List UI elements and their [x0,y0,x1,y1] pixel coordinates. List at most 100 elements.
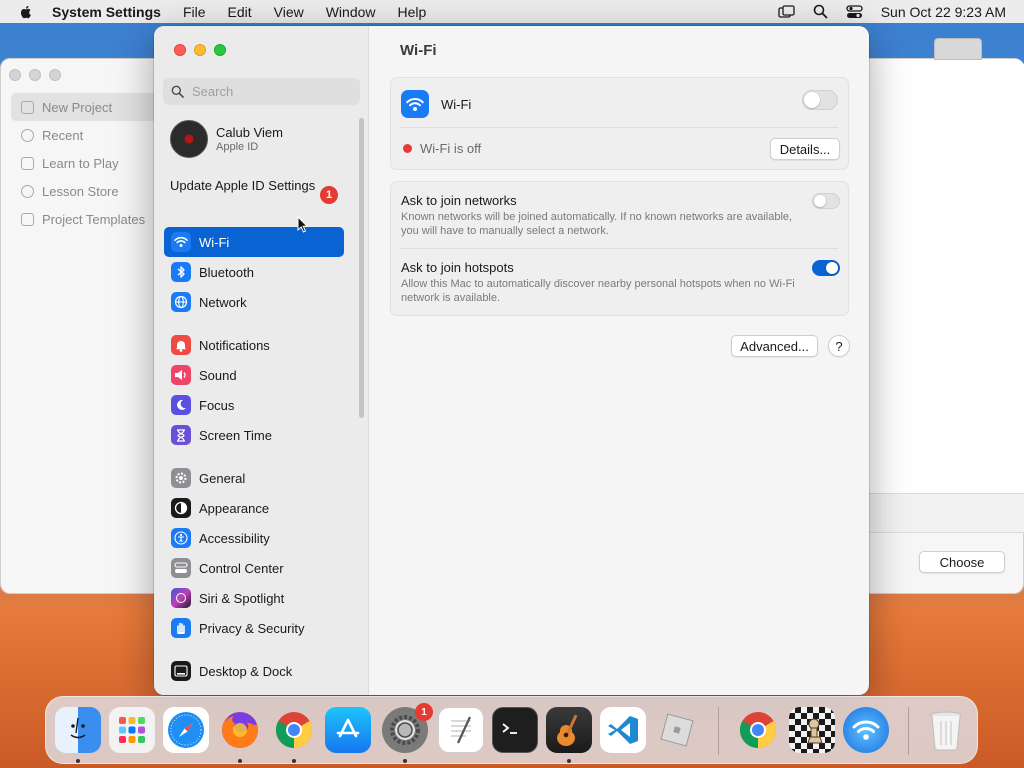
sidebar-item-appearance[interactable]: Appearance [164,493,344,523]
app-store-icon[interactable] [325,707,371,753]
wifi-status-row: Wi-Fi is off [403,141,481,156]
bg-item-recent[interactable]: Recent [11,121,161,149]
background-content-area [869,59,1024,493]
help-button[interactable]: ? [828,335,850,357]
settings-dock-badge: 1 [415,703,433,721]
bg-minimize-button[interactable] [29,69,41,81]
appearance-icon [171,498,191,518]
sidebar-item-wifi[interactable]: Wi-Fi [164,227,344,257]
avatar [170,120,208,158]
running-indicator [403,759,407,763]
app-name-menu[interactable]: System Settings [52,4,161,20]
bg-zoom-button[interactable] [49,69,61,81]
chess-icon[interactable] [789,707,835,753]
ask-join-networks-description: Known networks will be joined automatica… [401,211,793,237]
close-button[interactable] [174,44,186,56]
wifi-icon [171,232,191,252]
status-off-dot [403,144,412,153]
dock-separator [908,707,909,755]
firefox-icon[interactable] [217,707,263,753]
toggle-knob [826,262,838,274]
sidebar-item-control-center[interactable]: Control Center [164,553,344,583]
wifi-app-icon[interactable] [843,707,889,753]
window-controls [174,44,226,56]
music-icon [21,156,34,170]
bg-item-project-templates[interactable]: Project Templates [11,205,161,233]
toggle-knob [804,92,820,108]
wifi-toggle[interactable] [802,90,838,110]
sidebar-item-siri-spotlight[interactable]: Siri & Spotlight [164,583,344,613]
textedit-icon[interactable] [438,707,484,753]
folder-icon [21,212,34,226]
chrome-icon[interactable] [271,707,317,753]
roblox-icon[interactable] [654,707,700,753]
background-window-controls [9,69,61,81]
spotlight-search-icon[interactable] [813,4,828,19]
vscode-icon[interactable] [600,707,646,753]
sidebar-item-label: Focus [199,397,235,413]
terminal-icon[interactable] [492,707,538,753]
sidebar-item-notifications[interactable]: Notifications [164,330,344,360]
apple-menu-icon[interactable] [18,4,34,20]
background-sidebar: New Project Recent Learn to Play Lesson … [11,93,161,233]
trash-icon[interactable] [923,707,969,753]
control-center-icon[interactable] [846,4,863,19]
minimize-button[interactable] [194,44,206,56]
sidebar-item-network[interactable]: Network [164,287,344,317]
bg-close-button[interactable] [9,69,21,81]
wifi-label: Wi-Fi [441,96,472,112]
choose-button[interactable]: Choose [919,551,1005,573]
sidebar-item-label: General [199,470,246,486]
menu-view[interactable]: View [274,4,304,20]
menu-window[interactable]: Window [326,4,376,20]
sidebar-item-label: Notifications [199,337,270,353]
running-indicator [76,759,80,763]
search-input[interactable] [192,84,352,99]
dock-separator [718,707,719,755]
hourglass-icon [171,425,191,445]
system-settings-window: Calub Viem Apple ID Update Apple ID Sett… [154,26,869,695]
apple-id-profile[interactable]: Calub Viem Apple ID [170,120,283,158]
bluetooth-icon [171,262,191,282]
store-icon [21,184,34,198]
menubar-clock[interactable]: Sun Oct 22 9:23 AM [881,4,1006,20]
wifi-row: Wi-Fi [401,90,471,118]
bell-icon [171,335,191,355]
bg-item-lesson-store[interactable]: Lesson Store [11,177,161,205]
sidebar-item-focus[interactable]: Focus [164,390,344,420]
menu-edit[interactable]: Edit [228,4,252,20]
bg-item-new-project[interactable]: New Project [11,93,161,121]
garageband-icon[interactable] [546,707,592,753]
sidebar-item-privacy-security[interactable]: Privacy & Security [164,613,344,643]
ask-join-hotspots-toggle[interactable] [812,260,840,276]
ask-join-networks-toggle[interactable] [812,193,840,209]
bg-item-label: New Project [42,99,113,115]
sidebar-item-bluetooth[interactable]: Bluetooth [164,257,344,287]
menu-bar: System Settings File Edit View Window He… [0,0,1024,23]
wifi-large-icon [401,90,429,118]
search-field[interactable] [163,78,360,105]
sidebar-item-label: Bluetooth [199,264,254,280]
sidebar-item-general[interactable]: General [164,463,344,493]
safari-icon[interactable] [163,707,209,753]
accessibility-icon [171,528,191,548]
launchpad-icon[interactable] [109,707,155,753]
finder-icon[interactable] [55,707,101,753]
sidebar-item-accessibility[interactable]: Accessibility [164,523,344,553]
sidebar-item-label: Network [199,294,247,310]
bg-item-learn-to-play[interactable]: Learn to Play [11,149,161,177]
menu-file[interactable]: File [183,4,206,20]
sidebar-item-desktop-dock[interactable]: Desktop & Dock [164,656,344,686]
zoom-button[interactable] [214,44,226,56]
chrome-icon[interactable] [735,707,781,753]
sidebar-scrollbar[interactable] [359,118,364,418]
sidebar-item-sound[interactable]: Sound [164,360,344,390]
sidebar-item-screen-time[interactable]: Screen Time [164,420,344,450]
advanced-button[interactable]: Advanced... [731,335,818,357]
screen-mirroring-icon[interactable] [778,4,795,19]
sidebar-item-label: Appearance [199,500,270,516]
bg-item-label: Learn to Play [42,155,119,171]
menu-help[interactable]: Help [398,4,427,20]
ask-join-networks-title: Ask to join networks [401,193,517,208]
details-button[interactable]: Details... [770,138,840,160]
